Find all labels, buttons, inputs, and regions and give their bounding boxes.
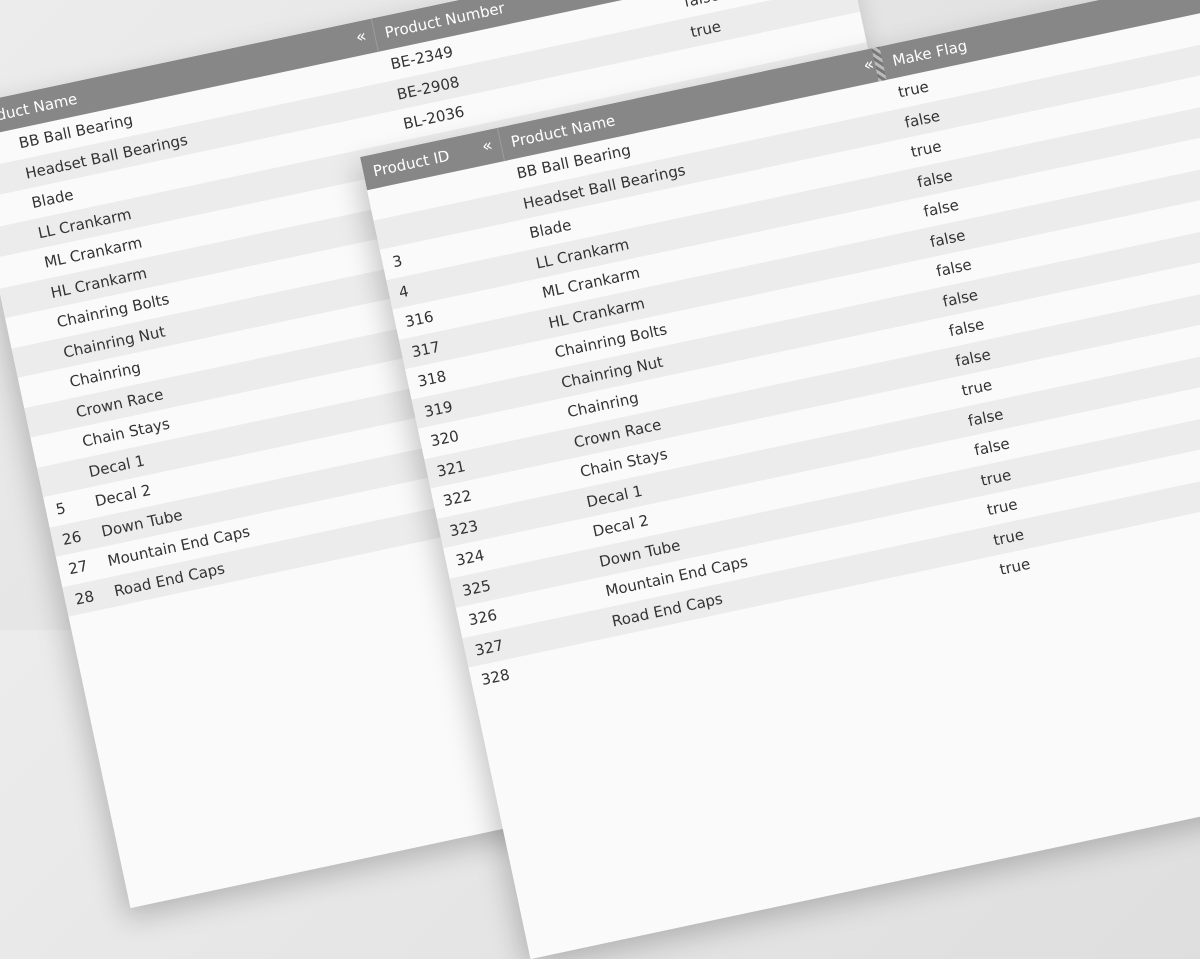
product-id-cell — [27, 414, 66, 422]
product-id-cell: 26 — [60, 527, 84, 549]
product-id-cell: 28 — [73, 586, 96, 609]
product-id-cell — [2, 295, 41, 303]
product-id-cell — [15, 355, 54, 363]
product-id-cell — [34, 444, 73, 452]
product-id-cell: 5 — [54, 499, 68, 519]
product-id-cell — [0, 206, 22, 214]
product-id-cell — [40, 474, 79, 482]
collapse-column-icon[interactable]: « — [480, 135, 494, 157]
product-id-cell: 27 — [66, 556, 90, 579]
product-id-cell — [0, 265, 35, 273]
product-id-cell — [0, 146, 9, 154]
collapse-column-icon[interactable]: « — [354, 26, 368, 48]
product-id-cell — [0, 176, 16, 184]
product-id-cell — [21, 385, 60, 393]
product-id-cell — [0, 235, 28, 243]
product-id-cell — [8, 325, 47, 333]
